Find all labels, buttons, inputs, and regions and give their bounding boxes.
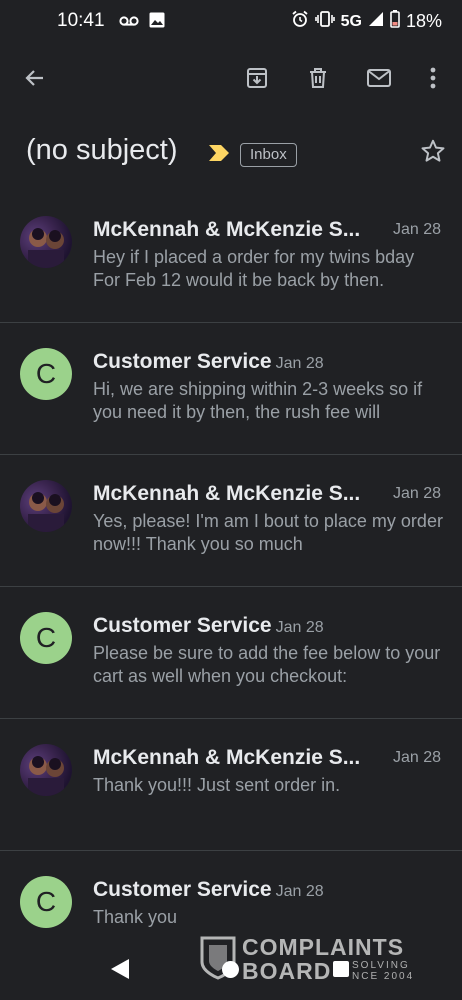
- message-snippet: Please be sure to add the fee below to y…: [93, 643, 441, 686]
- archive-icon[interactable]: [239, 60, 275, 96]
- vibrate-icon: [314, 11, 335, 32]
- network-type: 5G: [340, 12, 362, 30]
- message-snippet: Hi, we are shipping within 2-3 weeks so …: [93, 379, 423, 422]
- sender-name: Customer Service Jan 28: [93, 350, 324, 373]
- avatar[interactable]: C: [20, 876, 72, 928]
- important-marker-icon[interactable]: [208, 144, 230, 167]
- message-snippet: Thank you: [93, 907, 178, 927]
- status-bar: 10:41 5G 18%: [0, 0, 462, 44]
- subject-row: (no subject) Inbox: [26, 134, 446, 174]
- system-nav-bar: [0, 950, 462, 990]
- message-date: Jan 28: [275, 883, 324, 900]
- message-row[interactable]: McKennah & McKenzie S... Jan 28 Thank yo…: [0, 719, 462, 851]
- message-snippet: Hey if I placed a order for my twins bda…: [93, 247, 415, 290]
- avatar[interactable]: C: [20, 612, 72, 664]
- nav-recents-icon[interactable]: [333, 961, 349, 977]
- sender-name: McKennah & McKenzie S...: [93, 746, 361, 769]
- battery-icon: [390, 10, 400, 33]
- back-arrow-icon[interactable]: [17, 60, 53, 96]
- message-row[interactable]: McKennah & McKenzie S... Jan 28 Yes, ple…: [0, 455, 462, 587]
- mark-unread-icon[interactable]: [361, 60, 397, 96]
- star-icon[interactable]: [420, 138, 446, 169]
- status-time: 10:41: [57, 10, 105, 31]
- nav-back-icon[interactable]: [110, 958, 130, 985]
- message-toolbar: [0, 52, 462, 104]
- sender-name: McKennah & McKenzie S...: [93, 482, 361, 505]
- inbox-label-chip[interactable]: Inbox: [240, 143, 297, 167]
- message-row[interactable]: C Customer Service Jan 28 Please be sure …: [0, 587, 462, 719]
- conversation-thread: McKennah & McKenzie S... Jan 28 Hey if I…: [0, 191, 462, 983]
- sender-name: Customer Service Jan 28: [93, 614, 324, 637]
- message-row[interactable]: C Customer Service Jan 28 Hi, we are ship…: [0, 323, 462, 455]
- message-snippet: Thank you!!! Just sent order in.: [93, 775, 341, 795]
- message-snippet: Yes, please! I'm am I bout to place my o…: [93, 511, 443, 554]
- message-date: Jan 28: [392, 221, 441, 238]
- message-row[interactable]: McKennah & McKenzie S... Jan 28 Hey if I…: [0, 191, 462, 323]
- message-date: Jan 28: [275, 619, 324, 636]
- subject-title: (no subject): [26, 134, 178, 166]
- message-date: Jan 28: [392, 485, 441, 502]
- image-icon: [149, 12, 165, 33]
- message-date: Jan 28: [275, 355, 324, 372]
- signal-icon: [368, 11, 384, 32]
- avatar[interactable]: [20, 216, 72, 268]
- message-date: Jan 28: [392, 749, 441, 766]
- battery-percent: 18%: [405, 11, 442, 31]
- avatar[interactable]: C: [20, 348, 72, 400]
- voicemail-icon: [119, 14, 139, 32]
- sender-name: McKennah & McKenzie S...: [93, 218, 361, 241]
- sender-name: Customer Service Jan 28: [93, 878, 324, 901]
- alarm-icon: [291, 10, 309, 33]
- nav-home-icon[interactable]: [222, 961, 239, 978]
- delete-icon[interactable]: [300, 60, 336, 96]
- more-vert-icon[interactable]: [415, 60, 451, 96]
- avatar[interactable]: [20, 480, 72, 532]
- avatar[interactable]: [20, 744, 72, 796]
